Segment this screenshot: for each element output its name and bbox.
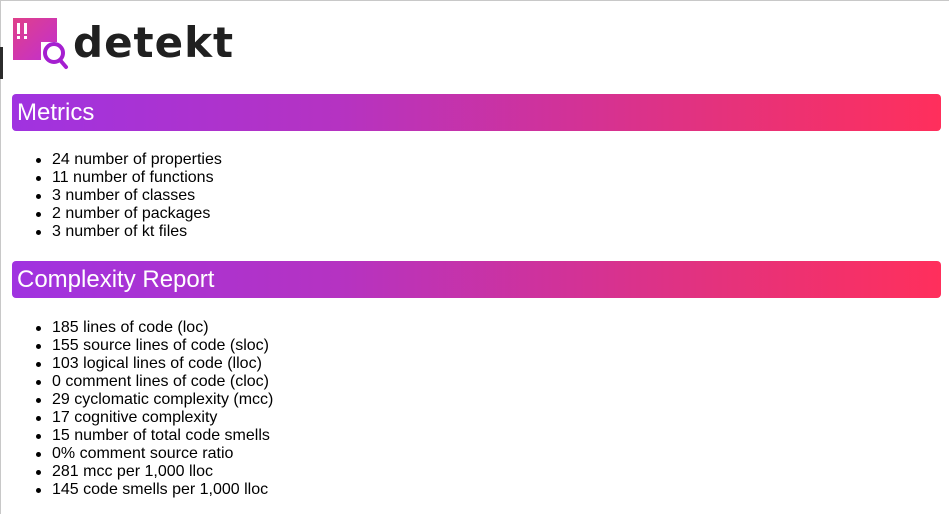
brand-name: detekt	[73, 18, 235, 67]
list-item: 29 cyclomatic complexity (mcc)	[35, 391, 274, 408]
list-item: 17 cognitive complexity	[35, 409, 273, 427]
metrics-list: 24 number of properties 11 number of fun…	[1, 151, 222, 241]
metrics-section-title: Metrics	[17, 98, 95, 126]
metrics-section-header: Metrics	[12, 94, 941, 131]
list-item: 103 logical lines of code (lloc)	[35, 355, 273, 373]
list-item: 11 number of functions	[36, 169, 222, 187]
list-item: 3 number of classes	[36, 187, 222, 205]
list-item: 155 source lines of code (sloc)	[35, 337, 273, 355]
detekt-logo: detekt	[11, 15, 234, 73]
list-item: 3 number of kt files	[36, 223, 222, 241]
list-item: 281 mcc per 1,000 lloc	[35, 463, 273, 481]
list-item: 15 number of total code smells	[35, 427, 273, 445]
complexity-list: 185 lines of code (loc) 155 source lines…	[1, 319, 273, 499]
list-item: 24 number of properties	[36, 151, 222, 168]
list-item: 145 code smells per 1,000 lloc	[35, 481, 273, 499]
report-page: detekt Metrics 24 number of properties 1…	[0, 0, 949, 514]
list-item: 0 comment lines of code (cloc)	[35, 373, 273, 391]
complexity-section-title: Complexity Report	[17, 265, 215, 293]
list-item: 0% comment source ratio	[35, 445, 273, 463]
detekt-logo-icon	[11, 15, 71, 73]
list-item: 2 number of packages	[36, 205, 222, 223]
complexity-section-header: Complexity Report	[12, 261, 941, 298]
list-item: 185 lines of code (loc)	[35, 319, 273, 337]
window-edge	[0, 47, 3, 79]
